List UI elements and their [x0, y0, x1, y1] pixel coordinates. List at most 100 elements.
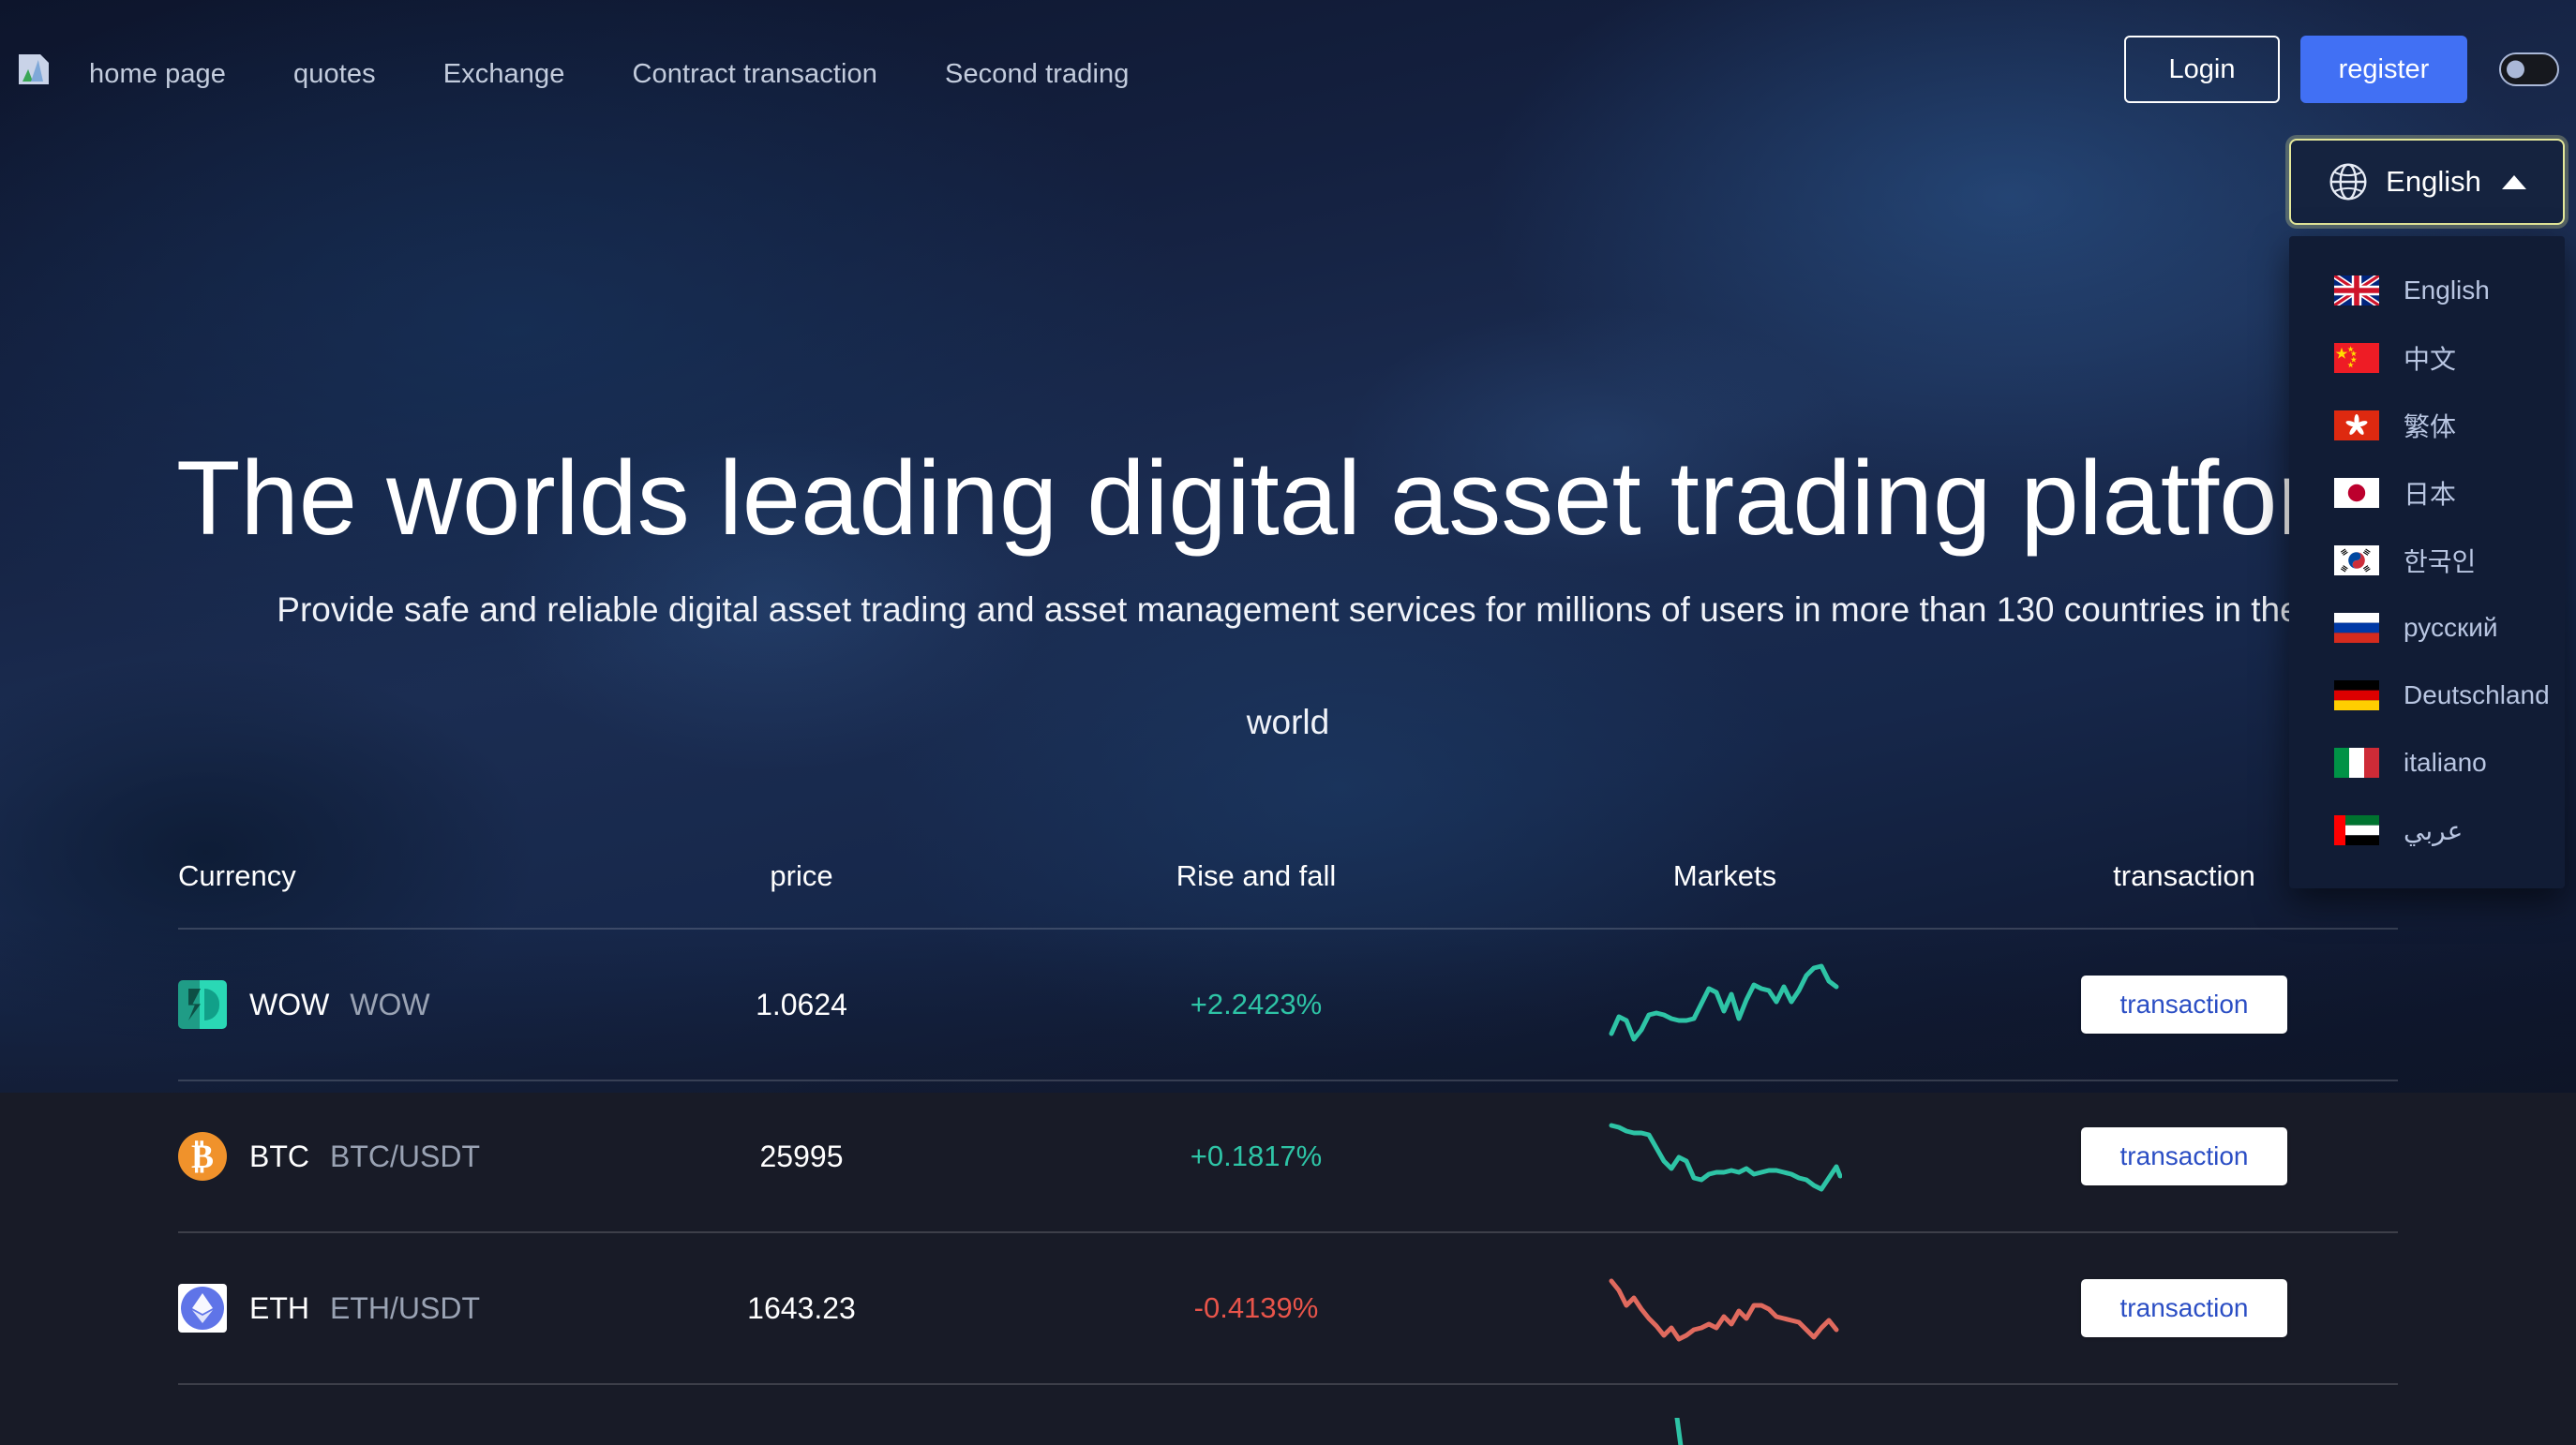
cell-currency: ETH ETH/USDT: [0, 1284, 581, 1333]
nav-item-home-page[interactable]: home page: [89, 59, 226, 90]
language-option-label: русский: [2404, 613, 2498, 642]
flag-korea-icon: [2334, 545, 2379, 575]
coin-symbol: WOW: [249, 987, 330, 1021]
nav-actions: Login register: [2124, 36, 2559, 103]
btc-coin-icon: ₿: [178, 1132, 227, 1181]
flag-china-icon: [2334, 343, 2379, 373]
theme-toggle-switch[interactable]: [2499, 52, 2559, 86]
language-option-italian[interactable]: italiano: [2289, 729, 2565, 797]
change-percent: +2.2423%: [1190, 988, 1323, 1020]
market-table: Currency price Rise and fall Markets tra…: [0, 825, 2576, 1445]
language-dropdown-button[interactable]: English: [2289, 139, 2565, 225]
cell-sparkline: [1490, 1266, 1959, 1350]
flag-italy-icon: [2334, 748, 2379, 778]
hero-title: The worlds leading digital asset trading…: [176, 439, 2400, 557]
language-option-label: English: [2404, 276, 2490, 305]
language-option-label: عربي: [2404, 815, 2464, 845]
flag-germany-icon: [2334, 680, 2379, 710]
column-header-currency: Currency: [178, 859, 296, 892]
language-option-traditional-chinese[interactable]: 繁体: [2289, 392, 2565, 459]
language-selector: English English 中文 繁体 日本 한국인 русский Deu…: [2289, 139, 2565, 888]
transaction-button[interactable]: transaction: [2081, 976, 2287, 1034]
coin-pair: BTC/USDT: [330, 1139, 480, 1173]
language-option-arabic[interactable]: عربي: [2289, 797, 2565, 864]
price-value: 1.0624: [756, 987, 847, 1021]
nav-item-second-trading[interactable]: Second trading: [945, 59, 1129, 90]
language-option-english[interactable]: English: [2289, 257, 2565, 324]
toggle-knob-icon: [2507, 60, 2524, 79]
login-button[interactable]: Login: [2124, 36, 2280, 103]
caret-up-icon: [2501, 174, 2526, 189]
cell-change: +2.2423%: [1022, 988, 1490, 1021]
cell-change: +0.1817%: [1022, 1140, 1490, 1173]
sparkline-chart-eth: [1609, 1278, 1839, 1342]
change-percent: -0.4139%: [1193, 1291, 1319, 1324]
coin-symbol: BTC: [249, 1139, 309, 1173]
table-row[interactable]: ETH ETH/USDT 1643.23 -0.4139% transactio…: [0, 1233, 2576, 1383]
column-header-rise-fall: Rise and fall: [1176, 859, 1337, 892]
language-option-chinese[interactable]: 中文: [2289, 324, 2565, 392]
nav-item-exchange[interactable]: Exchange: [443, 59, 565, 90]
eth-diamond-glyph: [192, 1293, 213, 1323]
column-header-markets: Markets: [1672, 859, 1777, 892]
flag-hongkong-icon: [2334, 410, 2379, 440]
nav-item-contract-transaction[interactable]: Contract transaction: [632, 59, 877, 90]
top-navbar: home page quotes Exchange Contract trans…: [0, 0, 2576, 148]
hero-subtitle-line2: world: [1246, 703, 1330, 741]
language-option-label: italiano: [2404, 748, 2487, 777]
language-current-label: English: [2386, 165, 2481, 198]
eth-coin-icon: [178, 1284, 227, 1333]
page-root: home page quotes Exchange Contract trans…: [0, 0, 2576, 1445]
language-option-german[interactable]: Deutschland: [2289, 662, 2565, 729]
nav-links: home page quotes Exchange Contract trans…: [89, 0, 1196, 148]
coin-identity: WOW WOW: [178, 980, 430, 1029]
coin-identity: ₿ BTC BTC/USDT: [178, 1132, 480, 1181]
column-header-price: price: [770, 859, 833, 892]
flag-uae-icon: [2334, 815, 2379, 845]
coin-pair: WOW: [350, 987, 430, 1021]
cell-action: transaction: [1959, 1279, 2409, 1337]
market-table-header: Currency price Rise and fall Markets tra…: [0, 825, 2576, 928]
language-option-label: 中文: [2404, 345, 2457, 374]
transaction-button[interactable]: transaction: [2081, 1279, 2287, 1337]
cell-sparkline: [1490, 1114, 1959, 1199]
cell-action: transaction: [1959, 1127, 2409, 1185]
change-percent: +0.1817%: [1190, 1140, 1323, 1172]
cell-price: 1.0624: [581, 988, 1022, 1022]
language-option-label: Deutschland: [2404, 680, 2550, 709]
language-option-japanese[interactable]: 日本: [2289, 459, 2565, 527]
flag-uk-icon: [2334, 276, 2379, 305]
sparkline-chart-next: [1674, 1418, 1684, 1445]
coin-identity: ETH ETH/USDT: [178, 1284, 480, 1333]
language-option-label: 日本: [2404, 480, 2457, 509]
nav-item-quotes[interactable]: quotes: [293, 59, 376, 90]
table-row[interactable]: WOW WOW 1.0624 +2.2423% transaction: [0, 930, 2576, 1080]
language-dropdown-menu: English 中文 繁体 日本 한국인 русский Deutschland…: [2289, 236, 2565, 888]
cell-price: 1643.23: [581, 1291, 1022, 1326]
cell-action: transaction: [1959, 976, 2409, 1034]
price-value: 25995: [759, 1139, 844, 1173]
cell-change: -0.4139%: [1022, 1291, 1490, 1325]
sparkline-chart-wow: [1609, 963, 1839, 1042]
cell-sparkline: [1490, 962, 1959, 1047]
cell-price: 25995: [581, 1140, 1022, 1174]
coin-symbol: ETH: [249, 1290, 309, 1325]
language-option-label: 한국인: [2404, 547, 2477, 576]
eth-diamond-icon: [181, 1287, 224, 1330]
language-option-russian[interactable]: русский: [2289, 594, 2565, 662]
broken-image-icon[interactable]: [19, 54, 49, 84]
flag-russia-icon: [2334, 613, 2379, 643]
transaction-button[interactable]: transaction: [2081, 1127, 2287, 1185]
wow-coin-icon: [178, 980, 227, 1029]
coin-pair: ETH/USDT: [330, 1290, 480, 1325]
register-button[interactable]: register: [2300, 36, 2467, 103]
flag-japan-icon: [2334, 478, 2379, 508]
language-option-korean[interactable]: 한국인: [2289, 527, 2565, 594]
cell-currency: WOW WOW: [0, 980, 581, 1029]
language-option-label: 繁体: [2404, 412, 2457, 441]
table-row[interactable]: [0, 1385, 2576, 1445]
cell-sparkline: [1490, 1418, 1959, 1445]
table-row[interactable]: ₿ BTC BTC/USDT 25995 +0.1817% transactio…: [0, 1081, 2576, 1231]
price-value: 1643.23: [747, 1290, 856, 1325]
hero-subtitle: Provide safe and reliable digital asset …: [277, 590, 2299, 629]
